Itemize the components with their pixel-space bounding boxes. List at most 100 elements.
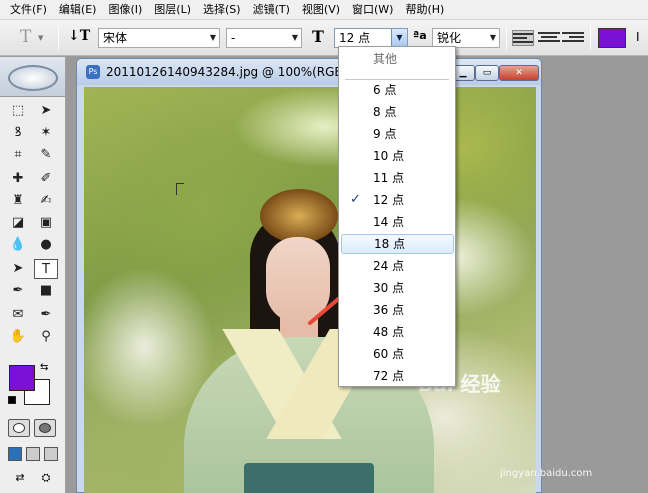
menu-layer[interactable]: 图层(L) — [148, 0, 197, 20]
align-right-icon — [562, 32, 584, 34]
gradient-tool-icon[interactable]: ▣ — [34, 213, 58, 233]
font-size-dropdown: 其他 6 点 8 点 9 点 10 点 11 点 ✓ 12 点 14 点 18 … — [338, 46, 456, 387]
document-titlebar[interactable]: Ps 20110126140943284.jpg @ 100%(RGB) ▁ ▭… — [77, 59, 541, 85]
healing-brush-tool-icon[interactable]: ✚ — [6, 169, 30, 189]
dodge-tool-icon[interactable]: ● — [34, 235, 58, 255]
align-center-button[interactable] — [538, 30, 560, 46]
type-tool-icon[interactable]: T — [34, 259, 58, 279]
separator — [58, 26, 59, 50]
marquee-tool-icon[interactable]: ⬚ — [6, 101, 30, 121]
standard-mode-icon — [13, 423, 25, 433]
size-option-other[interactable]: 其他 — [341, 49, 454, 69]
adobe-eye-icon[interactable] — [8, 65, 58, 91]
swap-colors-icon[interactable]: ⇆ — [40, 362, 48, 373]
maximize-button[interactable]: ▭ — [475, 65, 499, 81]
jump-to-imageready-icon[interactable]: ⇄ — [8, 471, 32, 489]
font-style-value: - — [231, 31, 236, 45]
photo-sash — [244, 463, 374, 493]
antialias-select[interactable]: 锐化 ▼ — [432, 28, 500, 48]
baidu-watermark-url: jingyan.baidu.com — [500, 468, 593, 479]
eraser-tool-icon[interactable]: ◪ — [6, 213, 30, 233]
separator — [590, 26, 591, 50]
hand-tool-icon[interactable]: ✋ — [6, 327, 30, 347]
chevron-down-icon: ▼ — [291, 33, 298, 42]
default-colors-icon[interactable] — [8, 396, 16, 404]
size-option[interactable]: 11 点 — [341, 168, 454, 188]
text-cursor-icon — [176, 183, 184, 195]
pen-tool-icon[interactable]: ✒ — [6, 281, 30, 301]
text-orientation-icon[interactable]: ↓T — [68, 28, 90, 44]
align-left-button[interactable] — [512, 30, 534, 46]
size-option[interactable]: 36 点 — [341, 300, 454, 320]
font-family-select[interactable]: 宋体 ▼ — [98, 28, 220, 48]
size-option[interactable]: 48 点 — [341, 322, 454, 342]
standard-mode-button[interactable] — [8, 419, 30, 437]
font-size-value: 12 点 — [339, 31, 371, 45]
menu-edit[interactable]: 编辑(E) — [53, 0, 103, 20]
align-left-icon — [513, 33, 533, 35]
font-family-value: 宋体 — [103, 31, 128, 45]
text-color-swatch[interactable] — [598, 28, 626, 48]
tool-preset-icon[interactable]: T — [20, 27, 31, 47]
slice-tool-icon[interactable]: ✎ — [34, 145, 58, 165]
antialias-icon: ªa — [413, 29, 427, 42]
shape-tool-icon[interactable]: ■ — [34, 281, 58, 301]
quick-mask-button[interactable] — [34, 419, 56, 437]
chevron-down-icon: ▼ — [489, 33, 496, 42]
size-option[interactable]: 9 点 — [341, 124, 454, 144]
options-bar: T ▼ ↓T 宋体 ▼ - ▼ T 12 点 ▼ ªa 锐化 ▼ Ⅰ — [0, 20, 648, 56]
notes-tool-icon[interactable]: ✉ — [6, 305, 30, 325]
zoom-tool-icon[interactable]: ⚲ — [34, 327, 58, 347]
size-option-label: 12 点 — [373, 193, 405, 207]
size-option[interactable]: 60 点 — [341, 344, 454, 364]
checkmark-icon: ✓ — [350, 192, 361, 207]
path-selection-tool-icon[interactable]: ➤ — [6, 259, 30, 279]
history-brush-tool-icon[interactable]: ✍ — [34, 191, 58, 211]
size-option-checked[interactable]: ✓ 12 点 — [341, 190, 454, 210]
chevron-down-icon[interactable]: ▼ — [391, 29, 407, 47]
size-option[interactable]: 6 点 — [341, 80, 454, 100]
size-option[interactable]: 10 点 — [341, 146, 454, 166]
font-size-icon: T — [312, 27, 324, 46]
photoshop-doc-icon: Ps — [86, 65, 100, 79]
close-button[interactable]: ✕ — [499, 65, 539, 81]
align-right-button[interactable] — [562, 30, 584, 46]
eyedropper-tool-icon[interactable]: ✒ — [34, 305, 58, 325]
image-canvas[interactable] — [84, 87, 536, 493]
menu-image[interactable]: 图像(I) — [102, 0, 148, 20]
full-screen-mode-icon[interactable] — [44, 447, 58, 461]
move-tool-icon[interactable]: ➤ — [34, 101, 58, 121]
document-title: 20110126140943284.jpg @ 100%(RGB) — [106, 65, 348, 79]
size-option[interactable]: 8 点 — [341, 102, 454, 122]
menu-window[interactable]: 窗口(W) — [346, 0, 399, 20]
size-option[interactable]: 72 点 — [341, 366, 454, 386]
brush-tool-icon[interactable]: ✐ — [34, 169, 58, 189]
menu-filter[interactable]: 滤镜(T) — [247, 0, 296, 20]
menu-file[interactable]: 文件(F) — [4, 0, 53, 20]
menu-bar: 文件(F) 编辑(E) 图像(I) 图层(L) 选择(S) 滤镜(T) 视图(V… — [0, 0, 648, 20]
align-center-icon — [538, 32, 560, 34]
full-screen-menu-mode-icon[interactable] — [26, 447, 40, 461]
size-option[interactable]: 24 点 — [341, 256, 454, 276]
document-window: Ps 20110126140943284.jpg @ 100%(RGB) ▁ ▭… — [76, 58, 542, 493]
warp-text-icon[interactable]: Ⅰ — [636, 30, 646, 46]
clone-stamp-tool-icon[interactable]: ♜ — [6, 191, 30, 211]
menu-select[interactable]: 选择(S) — [197, 0, 247, 20]
magic-wand-tool-icon[interactable]: ✶ — [34, 123, 58, 143]
size-option[interactable]: 30 点 — [341, 278, 454, 298]
crop-tool-icon[interactable]: ⌗ — [6, 145, 30, 165]
size-option-hovered[interactable]: 18 点 — [341, 234, 454, 254]
chevron-down-icon: ▼ — [209, 33, 216, 42]
size-option[interactable]: 14 点 — [341, 212, 454, 232]
quick-mask-icon — [39, 423, 51, 433]
foreground-color-swatch[interactable] — [9, 365, 35, 391]
menu-view[interactable]: 视图(V) — [296, 0, 346, 20]
blur-tool-icon[interactable]: 💧 — [6, 235, 30, 255]
lasso-tool-icon[interactable]: ꝸ — [6, 123, 30, 143]
font-style-select[interactable]: - ▼ — [226, 28, 302, 48]
imageready-icon[interactable]: ⛭ — [34, 471, 58, 489]
tool-preset-caret-icon[interactable]: ▼ — [38, 34, 43, 42]
font-size-select[interactable]: 12 点 ▼ — [334, 28, 408, 48]
standard-screen-mode-icon[interactable] — [8, 447, 22, 461]
menu-help[interactable]: 帮助(H) — [399, 0, 450, 20]
